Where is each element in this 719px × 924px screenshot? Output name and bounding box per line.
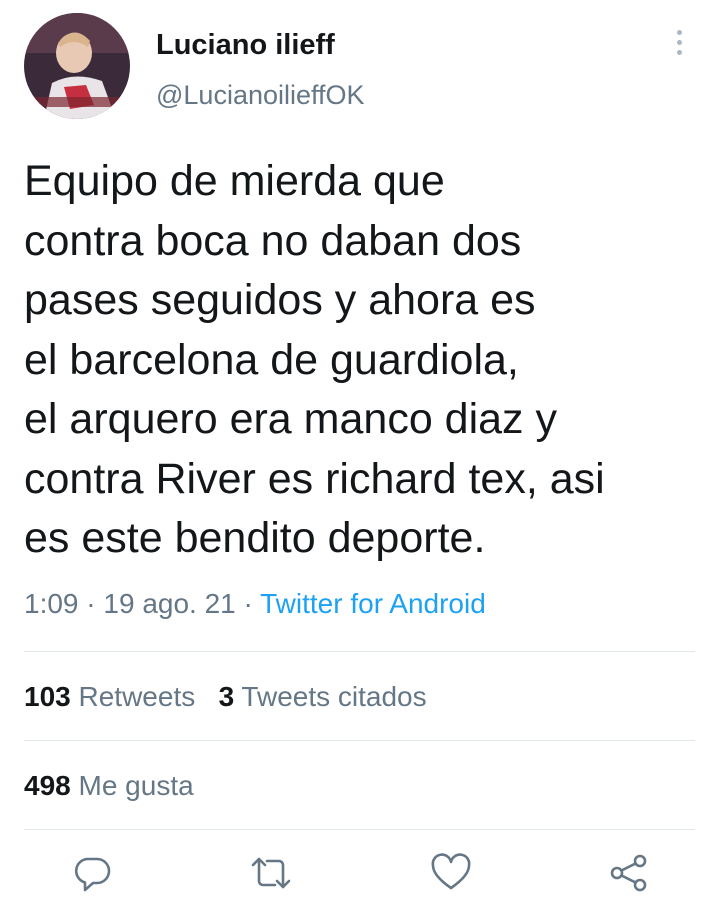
- tweet-line: pases seguidos y ahora es: [24, 276, 536, 324]
- tweet-line: contra boca no daban dos: [24, 216, 522, 265]
- tweet-line: el barcelona de guardiola,: [24, 335, 519, 384]
- tweet-line: es este bendito deporte.: [24, 514, 486, 562]
- quotes-count: 3: [218, 681, 235, 712]
- tweet-date: 19 ago. 21: [103, 588, 236, 619]
- quotes-label: Tweets citados: [241, 681, 427, 712]
- retweets-count: 103: [24, 681, 71, 712]
- avatar-image: [24, 13, 130, 119]
- divider: [24, 740, 695, 741]
- avatar[interactable]: [24, 13, 130, 119]
- action-bar: [0, 850, 719, 906]
- tweet-line: contra River es richard tex, asi: [24, 454, 605, 503]
- quotes-stat[interactable]: 3 Tweets citados: [219, 681, 427, 712]
- share-icon[interactable]: [606, 850, 652, 896]
- heart-icon[interactable]: [428, 850, 474, 896]
- more-vertical-icon[interactable]: [669, 30, 689, 60]
- divider: [24, 829, 695, 830]
- likes-stat[interactable]: 498 Me gusta: [24, 770, 194, 802]
- tweet-line: el arquero era manco diaz y: [24, 395, 558, 443]
- tweet-meta: 1:09 · 19 ago. 21 · Twitter for Android: [24, 588, 486, 620]
- likes-label: Me gusta: [78, 770, 194, 801]
- meta-separator: ·: [235, 588, 261, 619]
- retweet-icon[interactable]: [248, 850, 294, 896]
- retweet-stats: 103 Retweets 3 Tweets citados: [24, 681, 427, 713]
- divider: [24, 651, 695, 652]
- meta-separator: ·: [78, 588, 104, 619]
- tweet-line: Equipo de mierda que: [24, 157, 445, 205]
- reply-icon[interactable]: [70, 850, 116, 896]
- likes-count: 498: [24, 770, 71, 801]
- user-handle[interactable]: @LucianoilieffOK: [156, 80, 365, 111]
- tweet-source-link[interactable]: Twitter for Android: [260, 588, 486, 619]
- retweets-label: Retweets: [78, 681, 196, 712]
- tweet-time: 1:09: [24, 588, 79, 619]
- display-name[interactable]: Luciano ilieff: [156, 29, 335, 62]
- retweets-stat[interactable]: 103 Retweets: [24, 681, 195, 712]
- tweet-text: Equipo de mierda que contra boca no daba…: [24, 152, 704, 569]
